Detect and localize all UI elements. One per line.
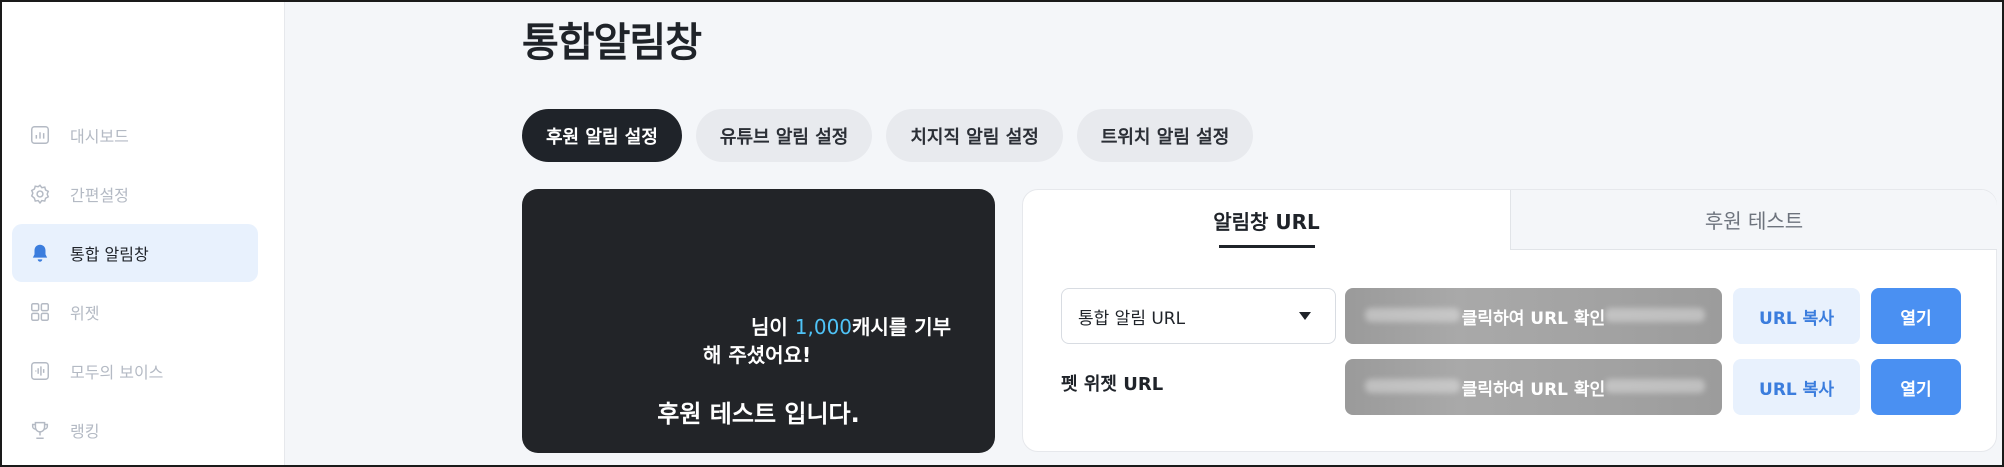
- preview-suffix: 캐시를 기부: [852, 315, 951, 339]
- sidebar-item-quick-settings[interactable]: 간편설정: [12, 165, 258, 223]
- url-reveal-label: 클릭하여 URL 확인: [1461, 379, 1606, 400]
- preview-message-line1: 님이 1,000캐시를 기부: [751, 311, 951, 340]
- open-url-button-2[interactable]: 열기: [1871, 359, 1961, 415]
- url-reveal-field-2[interactable]: 클릭하여 URL 확인: [1345, 359, 1722, 415]
- chart-icon: [28, 123, 52, 147]
- preview-test-message: 후원 테스트 입니다.: [657, 400, 860, 428]
- copy-url-button-2[interactable]: URL 복사: [1733, 359, 1860, 415]
- sidebar-item-widget[interactable]: 위젯: [12, 283, 258, 341]
- alert-preview: 님이 1,000캐시를 기부 해 주셨어요! 후원 테스트 입니다.: [522, 189, 995, 453]
- sidebar-item-label: 위젯: [70, 304, 100, 323]
- grid-icon: [28, 300, 52, 324]
- sidebar-item-label: 랭킹: [70, 422, 100, 441]
- sidebar-item-label: 통합 알림창: [70, 245, 149, 264]
- url-type-select[interactable]: 통합 알림 URL: [1061, 288, 1336, 344]
- tab-youtube-alert[interactable]: 유튜브 알림 설정: [695, 109, 873, 162]
- caret-down-icon: [1299, 312, 1311, 320]
- active-tab-underline: [1219, 245, 1315, 248]
- bell-icon: [28, 241, 52, 265]
- tab-twitch-alert[interactable]: 트위치 알림 설정: [1076, 109, 1254, 162]
- url-reveal-label: 클릭하여 URL 확인: [1461, 308, 1606, 329]
- voice-icon: [28, 359, 52, 383]
- url-type-value: 통합 알림 URL: [1078, 308, 1186, 329]
- sidebar-item-dashboard[interactable]: 대시보드: [12, 106, 258, 164]
- sidebar-item-voice[interactable]: 모두의 보이스: [12, 342, 258, 400]
- settings-card: 알림창 URL 후원 테스트 통합 알림 URL 클릭하여 URL 확인 URL…: [1022, 189, 1997, 452]
- preview-amount: 1,000: [794, 315, 853, 339]
- tab-chzzk-alert[interactable]: 치지직 알림 설정: [886, 109, 1063, 162]
- copy-url-button-1[interactable]: URL 복사: [1733, 288, 1860, 344]
- sidebar-item-alert-window[interactable]: 통합 알림창: [12, 224, 258, 282]
- tab-alert-url[interactable]: 알림창 URL: [1023, 190, 1510, 250]
- pet-widget-url-label: 펫 위젯 URL: [1061, 374, 1164, 395]
- tab-donation-alert[interactable]: 후원 알림 설정: [522, 109, 682, 162]
- sidebar-item-label: 대시보드: [70, 127, 129, 146]
- sidebar: 대시보드 간편설정 통합 알림창 위젯 모두의 보이스 랭킹: [2, 2, 285, 465]
- sidebar-item-label: 간편설정: [70, 186, 129, 205]
- page-title: 통합알림창: [522, 20, 702, 66]
- url-reveal-field-1[interactable]: 클릭하여 URL 확인: [1345, 288, 1722, 344]
- sidebar-item-label: 모두의 보이스: [70, 363, 164, 382]
- app-frame: 대시보드 간편설정 통합 알림창 위젯 모두의 보이스 랭킹 통합알림창 후원 …: [0, 0, 2004, 467]
- sidebar-item-ranking[interactable]: 랭킹: [12, 401, 258, 459]
- preview-message-line2: 해 주셨어요!: [703, 343, 812, 367]
- tab-alert-url-label: 알림창 URL: [1213, 209, 1320, 234]
- gear-icon: [28, 182, 52, 206]
- alert-tabs: 후원 알림 설정 유튜브 알림 설정 치지직 알림 설정 트위치 알림 설정: [522, 109, 1254, 162]
- open-url-button-1[interactable]: 열기: [1871, 288, 1961, 344]
- preview-prefix: 님이: [751, 315, 795, 339]
- trophy-icon: [28, 418, 52, 442]
- tab-donation-test[interactable]: 후원 테스트: [1510, 190, 1997, 250]
